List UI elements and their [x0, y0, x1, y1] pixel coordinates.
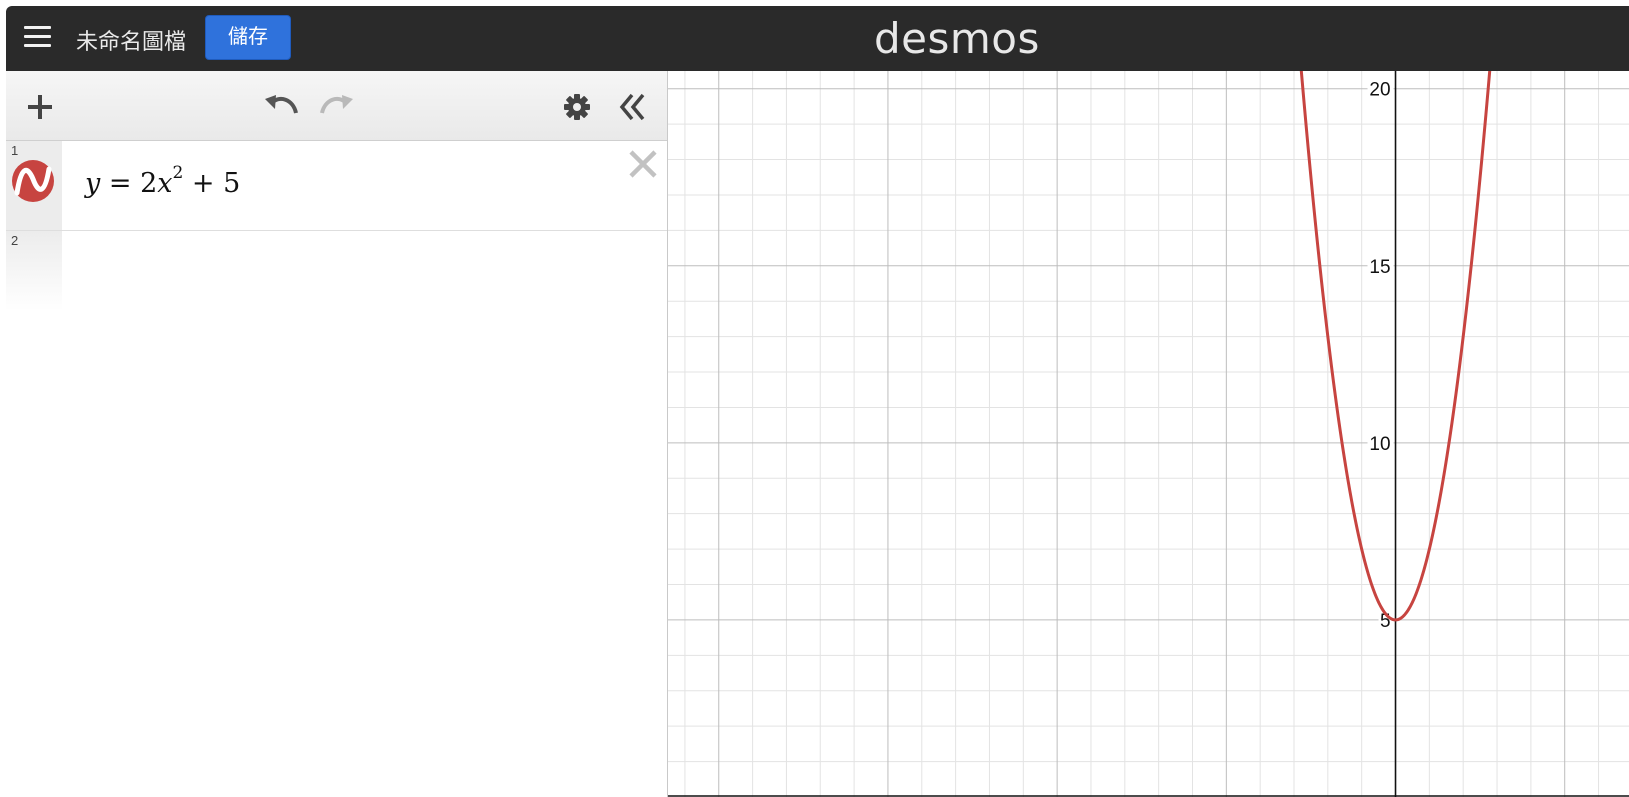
app-window: 未命名圖檔 儲存 desmos 1 y = 2x2 + 5 2 20 15 10…: [6, 6, 1629, 797]
graph-title[interactable]: 未命名圖檔: [76, 24, 186, 56]
undo-icon[interactable]: [263, 91, 299, 121]
add-icon[interactable]: [26, 93, 54, 121]
expression-toolbar: [6, 71, 667, 141]
top-bar: 未命名圖檔 儲存 desmos: [6, 6, 1629, 71]
expression-index: 2: [11, 233, 19, 248]
math-equals: =: [108, 168, 132, 199]
graph-color-icon[interactable]: [11, 159, 55, 203]
math-x: x: [157, 168, 173, 199]
y-tick-label: 20: [1369, 80, 1390, 101]
math-exponent: 2: [172, 163, 184, 183]
collapse-icon[interactable]: [618, 92, 648, 122]
math-y: y: [85, 168, 101, 199]
math-constant: 5: [223, 168, 241, 199]
gear-icon[interactable]: [563, 93, 591, 121]
math-plus: +: [191, 168, 215, 199]
y-tick-label: 10: [1369, 434, 1390, 455]
expression-row-empty[interactable]: 2: [6, 231, 667, 311]
delete-expression-icon[interactable]: [628, 149, 658, 179]
graph-canvas[interactable]: 2015105: [668, 71, 1629, 797]
expression-panel: 1 y = 2x2 + 5 2: [6, 71, 668, 797]
expression-gutter: 2: [6, 231, 62, 311]
math-coefficient: 2: [140, 168, 158, 199]
expression-gutter: 1: [6, 141, 62, 230]
expression-index: 1: [11, 143, 19, 158]
expression-row[interactable]: 1 y = 2x2 + 5: [6, 141, 667, 231]
expression-list: 1 y = 2x2 + 5 2: [6, 141, 667, 311]
expression-math-input[interactable]: y = 2x2 + 5: [85, 163, 241, 199]
desmos-logo: desmos: [874, 14, 1040, 63]
graph-paper[interactable]: 20 15 10 5: [668, 71, 1629, 797]
y-tick-label: 15: [1369, 257, 1390, 278]
redo-icon[interactable]: [319, 91, 355, 121]
save-button[interactable]: 儲存: [205, 15, 291, 60]
hamburger-icon[interactable]: [24, 24, 52, 50]
